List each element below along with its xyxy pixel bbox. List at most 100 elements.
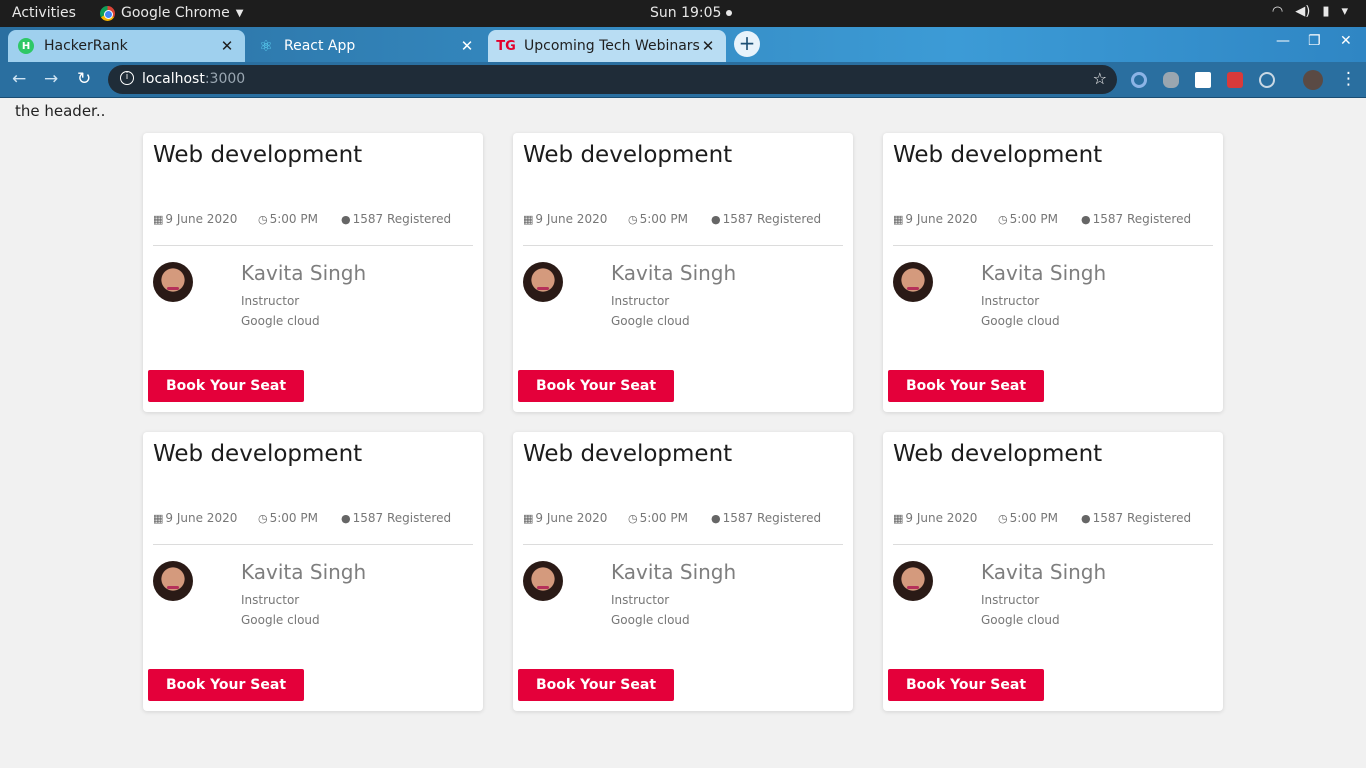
- url-text[interactable]: localhost:3000: [142, 71, 245, 87]
- webinar-card: Web development ▦ 9 June 2020 ◷ 5:00 PM ● 1…: [883, 133, 1223, 412]
- close-tab-icon[interactable]: ✕: [700, 37, 716, 55]
- date-item: ▦ 9 June 2020: [893, 511, 977, 525]
- card-date: 9 June 2020: [905, 511, 978, 525]
- card-time: 5:00 PM: [269, 511, 318, 525]
- divider: [153, 544, 473, 545]
- book-seat-button[interactable]: Book Your Seat: [518, 370, 674, 402]
- menu-dots-icon[interactable]: ⋮: [1340, 69, 1357, 89]
- webinar-card: Web development ▦ 9 June 2020 ◷ 5:00 PM ● 1…: [143, 432, 483, 711]
- tab-hackerrank[interactable]: H HackerRank ✕: [8, 30, 245, 62]
- registered-item: ● 1587 Registered: [711, 212, 821, 226]
- card-registered: 1587 Registered: [1092, 212, 1192, 226]
- instructor-org: Google cloud: [611, 613, 690, 627]
- webinar-card: Web development ▦ 9 June 2020 ◷ 5:00 PM ● 1…: [143, 133, 483, 412]
- person-icon: ●: [1081, 511, 1091, 525]
- card-title: Web development: [893, 142, 1103, 168]
- tab-title: HackerRank: [44, 38, 128, 54]
- cloud-extension-icon[interactable]: [1163, 72, 1179, 88]
- clock-icon: ◷: [628, 212, 638, 226]
- card-title: Web development: [153, 441, 363, 467]
- webinar-card: Web development ▦ 9 June 2020 ◷ 5:00 PM ● 1…: [513, 432, 853, 711]
- card-date: 9 June 2020: [165, 212, 238, 226]
- flag-extension-icon[interactable]: [1195, 72, 1211, 88]
- person-icon: ●: [341, 212, 351, 226]
- instructor-avatar: [893, 262, 933, 302]
- time-item: ◷ 5:00 PM: [258, 212, 318, 226]
- card-registered: 1587 Registered: [352, 212, 452, 226]
- instructor-org: Google cloud: [611, 314, 690, 328]
- new-tab-button[interactable]: +: [734, 31, 760, 57]
- bookmark-star-icon[interactable]: ☆: [1093, 69, 1107, 88]
- tab-react-app[interactable]: ⚛ React App ✕: [248, 30, 485, 62]
- instructor-org: Google cloud: [981, 314, 1060, 328]
- book-seat-button[interactable]: Book Your Seat: [148, 370, 304, 402]
- card-time: 5:00 PM: [639, 212, 688, 226]
- divider: [523, 544, 843, 545]
- person-icon: ●: [711, 511, 721, 525]
- clock-icon: ◷: [258, 212, 268, 226]
- registered-item: ● 1587 Registered: [711, 511, 821, 525]
- card-time: 5:00 PM: [269, 212, 318, 226]
- url-port: :3000: [204, 71, 246, 87]
- card-time: 5:00 PM: [1009, 212, 1058, 226]
- profile-avatar[interactable]: [1303, 70, 1323, 90]
- person-icon: ●: [341, 511, 351, 525]
- instructor-org: Google cloud: [981, 613, 1060, 627]
- instructor-name: Kavita Singh: [241, 560, 367, 584]
- instructor-avatar: [153, 561, 193, 601]
- book-seat-button[interactable]: Book Your Seat: [518, 669, 674, 701]
- time-item: ◷ 5:00 PM: [998, 511, 1058, 525]
- activities-button[interactable]: Activities: [12, 5, 76, 21]
- instructor-org: Google cloud: [241, 314, 320, 328]
- minimize-icon[interactable]: —: [1276, 33, 1290, 49]
- book-seat-button[interactable]: Book Your Seat: [148, 669, 304, 701]
- instructor-name: Kavita Singh: [981, 560, 1107, 584]
- clock-icon: ◷: [998, 212, 1008, 226]
- date-item: ▦ 9 June 2020: [893, 212, 977, 226]
- registered-item: ● 1587 Registered: [341, 212, 451, 226]
- instructor-name: Kavita Singh: [611, 560, 737, 584]
- back-icon[interactable]: ←: [12, 69, 26, 89]
- close-tab-icon[interactable]: ✕: [459, 37, 475, 55]
- calendar-icon: ▦: [893, 511, 904, 525]
- webinar-card: Web development ▦ 9 June 2020 ◷ 5:00 PM ● 1…: [883, 432, 1223, 711]
- notification-dot-icon: [726, 10, 733, 16]
- card-registered: 1587 Registered: [1092, 511, 1192, 525]
- instructor-role: Instructor: [981, 294, 1040, 308]
- tab-title: Upcoming Tech Webinars: [524, 38, 700, 54]
- calendar-icon: ▦: [523, 212, 534, 226]
- address-bar[interactable]: i localhost:3000 ☆: [108, 65, 1117, 94]
- battery-icon: ▮: [1322, 4, 1330, 19]
- time-item: ◷ 5:00 PM: [628, 212, 688, 226]
- app-menu[interactable]: Google Chrome ▼: [100, 5, 243, 21]
- extension-icon[interactable]: [1131, 72, 1147, 88]
- person-icon: ●: [711, 212, 721, 226]
- react-icon: ⚛: [259, 37, 273, 55]
- book-seat-button[interactable]: Book Your Seat: [888, 669, 1044, 701]
- divider: [893, 544, 1213, 545]
- tab-title: React App: [284, 38, 356, 54]
- restore-icon[interactable]: ❐: [1308, 33, 1321, 49]
- instructor-role: Instructor: [241, 294, 300, 308]
- target-extension-icon[interactable]: [1259, 72, 1275, 88]
- card-date: 9 June 2020: [535, 511, 608, 525]
- app-name: Google Chrome: [121, 5, 230, 21]
- close-window-icon[interactable]: ✕: [1340, 33, 1352, 49]
- system-top-bar: Activities Google Chrome ▼ Sun 19:05 ◠ ◀…: [0, 0, 1366, 27]
- tab-upcoming-webinars[interactable]: TG Upcoming Tech Webinars ✕: [488, 30, 726, 62]
- instructor-name: Kavita Singh: [981, 261, 1107, 285]
- clock[interactable]: Sun 19:05: [650, 5, 733, 21]
- close-tab-icon[interactable]: ✕: [219, 37, 235, 55]
- date-item: ▦ 9 June 2020: [153, 511, 237, 525]
- red-extension-icon[interactable]: [1227, 72, 1243, 88]
- site-info-icon[interactable]: i: [120, 71, 134, 85]
- forward-icon[interactable]: →: [44, 69, 58, 89]
- hackerrank-icon: H: [18, 38, 34, 54]
- tg-icon: TG: [496, 38, 516, 54]
- divider: [523, 245, 843, 246]
- reload-icon[interactable]: ↻: [77, 69, 91, 89]
- book-seat-button[interactable]: Book Your Seat: [888, 370, 1044, 402]
- instructor-avatar: [523, 262, 563, 302]
- system-tray[interactable]: ◠ ◀) ▮ ▾: [1272, 4, 1348, 19]
- wifi-icon: ◠: [1271, 4, 1284, 19]
